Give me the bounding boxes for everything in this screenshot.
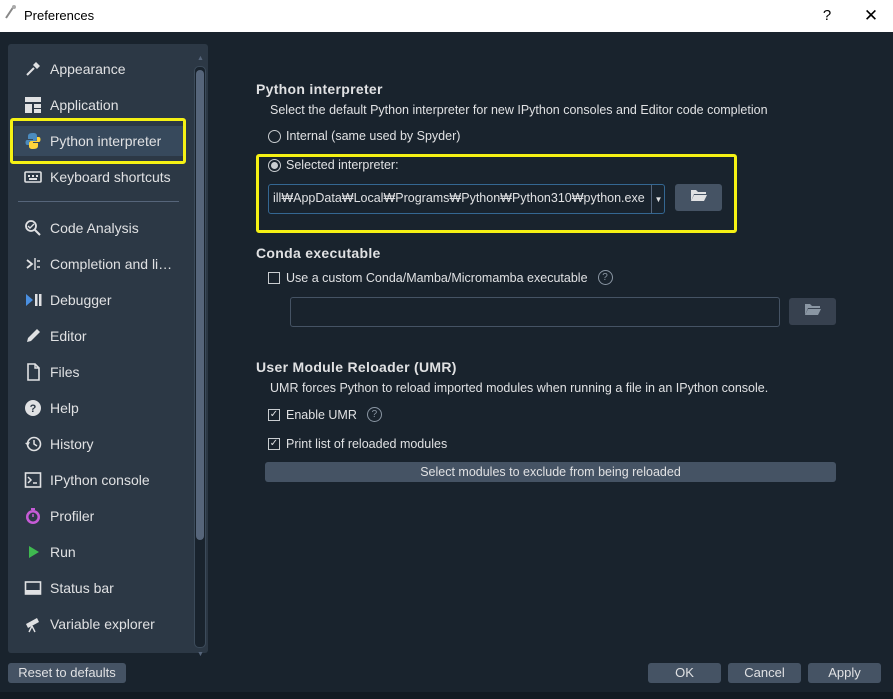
sidebar-item-code-analysis[interactable]: Code Analysis (14, 213, 186, 243)
ok-button[interactable]: OK (648, 663, 721, 683)
print-reloaded-label: Print list of reloaded modules (286, 437, 448, 451)
terminal-icon (23, 470, 43, 490)
sidebar-item-label: Editor (50, 328, 87, 344)
python-interpreter-title: Python interpreter (256, 81, 383, 97)
radio-button[interactable] (268, 129, 281, 143)
print-reloaded-checkbox[interactable]: ✓ Print list of reloaded modules (268, 437, 447, 451)
sidebar-item-run[interactable]: Run (14, 537, 186, 567)
application-grid-icon (23, 95, 43, 115)
conda-executable-title: Conda executable (256, 245, 381, 261)
scroll-up-arrow-icon[interactable]: ▲ (197, 55, 204, 62)
sidebar-item-label: Code Analysis (50, 220, 139, 236)
umr-description: UMR forces Python to reload imported mod… (270, 381, 769, 395)
umr-title: User Module Reloader (UMR) (256, 359, 457, 375)
sidebar-item-label: Status bar (50, 580, 114, 596)
sidebar-item-ipython-console[interactable]: IPython console (14, 465, 186, 495)
cancel-button[interactable]: Cancel (728, 663, 801, 683)
status-bar-icon (23, 578, 43, 598)
help-button[interactable]: ? (815, 4, 839, 28)
sidebar-item-variable-explorer[interactable]: Variable explorer (14, 609, 186, 639)
sidebar-item-help[interactable]: ? Help (14, 393, 186, 423)
sidebar-item-label: Application (50, 97, 119, 113)
debugger-icon (23, 290, 43, 310)
sidebar-item-label: IPython console (50, 472, 150, 488)
checkbox[interactable] (268, 271, 280, 284)
app-logo-icon (4, 4, 18, 20)
sidebar-item-debugger[interactable]: Debugger (14, 285, 186, 315)
sidebar-highlight-annotation (10, 118, 186, 164)
internal-interpreter-radio[interactable]: Internal (same used by Spyder) (268, 129, 460, 143)
conda-path-input[interactable] (290, 297, 780, 327)
completion-icon (23, 254, 43, 274)
selected-interpreter-label: Selected interpreter: (286, 158, 399, 172)
internal-interpreter-label: Internal (same used by Spyder) (286, 129, 461, 143)
selected-interpreter-radio[interactable]: Selected interpreter: (268, 158, 399, 172)
help-question-icon[interactable]: ? (597, 270, 613, 285)
pencil-icon (23, 326, 43, 346)
sidebar-item-label: Variable explorer (50, 616, 155, 632)
radio-button-checked[interactable] (268, 158, 281, 172)
sidebar-separator (18, 201, 179, 202)
sidebar-scrollbar[interactable]: ▲ ▼ (194, 55, 206, 658)
sidebar-item-status-bar[interactable]: Status bar (14, 573, 186, 603)
file-icon (23, 362, 43, 382)
sidebar-item-appearance[interactable]: Appearance (14, 54, 186, 84)
interpreter-path-value[interactable]: ill₩AppData₩Local₩Programs₩Python₩Python… (273, 191, 649, 205)
sidebar-item-editor[interactable]: Editor (14, 321, 186, 351)
sidebar-item-label: Files (50, 364, 80, 380)
enable-umr-label: Enable UMR (286, 407, 357, 422)
checkbox-checked[interactable]: ✓ (268, 438, 280, 450)
checkbox-checked[interactable]: ✓ (268, 408, 280, 421)
window-title: Preferences (24, 8, 95, 23)
telescope-icon (23, 614, 43, 634)
custom-conda-checkbox[interactable]: Use a custom Conda/Mamba/Micromamba exec… (268, 270, 613, 285)
reset-defaults-button[interactable]: Reset to defaults (8, 663, 126, 683)
sidebar-item-files[interactable]: Files (14, 357, 186, 387)
title-bar: Preferences ? ✕ (0, 0, 893, 32)
apply-button[interactable]: Apply (808, 663, 881, 683)
eyedropper-icon (23, 59, 43, 79)
keyboard-icon (23, 167, 43, 187)
scrollbar-thumb[interactable] (196, 70, 204, 540)
question-circle-icon: ? (23, 398, 43, 418)
sidebar-item-label: Help (50, 400, 79, 416)
folder-open-icon (690, 188, 708, 207)
sidebar-item-label: History (50, 436, 94, 452)
stopwatch-icon (23, 506, 43, 526)
interpreter-path-combobox[interactable]: ill₩AppData₩Local₩Programs₩Python₩Python… (268, 184, 665, 214)
sidebar-item-keyboard-shortcuts[interactable]: Keyboard shortcuts (14, 162, 186, 192)
svg-text:?: ? (30, 403, 37, 415)
folder-open-icon (804, 302, 822, 321)
history-icon (23, 434, 43, 454)
sidebar-item-label: Appearance (50, 61, 126, 77)
browse-interpreter-button[interactable] (675, 184, 722, 211)
play-icon (23, 542, 43, 562)
enable-umr-checkbox[interactable]: ✓ Enable UMR ? (268, 407, 382, 422)
scroll-down-arrow-icon[interactable]: ▼ (197, 651, 204, 658)
code-analysis-icon (23, 218, 43, 238)
chevron-down-icon[interactable]: ▼ (651, 185, 665, 213)
browse-conda-button[interactable] (789, 298, 836, 325)
sidebar-item-application[interactable]: Application (14, 90, 186, 120)
sidebar-item-label: Run (50, 544, 76, 560)
sidebar-item-label: Profiler (50, 508, 95, 524)
exclude-modules-button[interactable]: Select modules to exclude from being rel… (265, 462, 836, 482)
sidebar-item-history[interactable]: History (14, 429, 186, 459)
help-question-icon[interactable]: ? (366, 407, 382, 422)
sidebar-item-completion[interactable]: Completion and li… (14, 249, 186, 279)
python-interpreter-description: Select the default Python interpreter fo… (270, 103, 768, 117)
close-button[interactable]: ✕ (858, 4, 884, 28)
sidebar-item-label: Completion and li… (50, 256, 173, 272)
sidebar-item-label: Debugger (50, 292, 112, 308)
taskbar-strip (0, 692, 893, 699)
sidebar-item-profiler[interactable]: Profiler (14, 501, 186, 531)
custom-conda-label: Use a custom Conda/Mamba/Micromamba exec… (286, 270, 588, 285)
sidebar-item-label: Keyboard shortcuts (50, 169, 171, 185)
